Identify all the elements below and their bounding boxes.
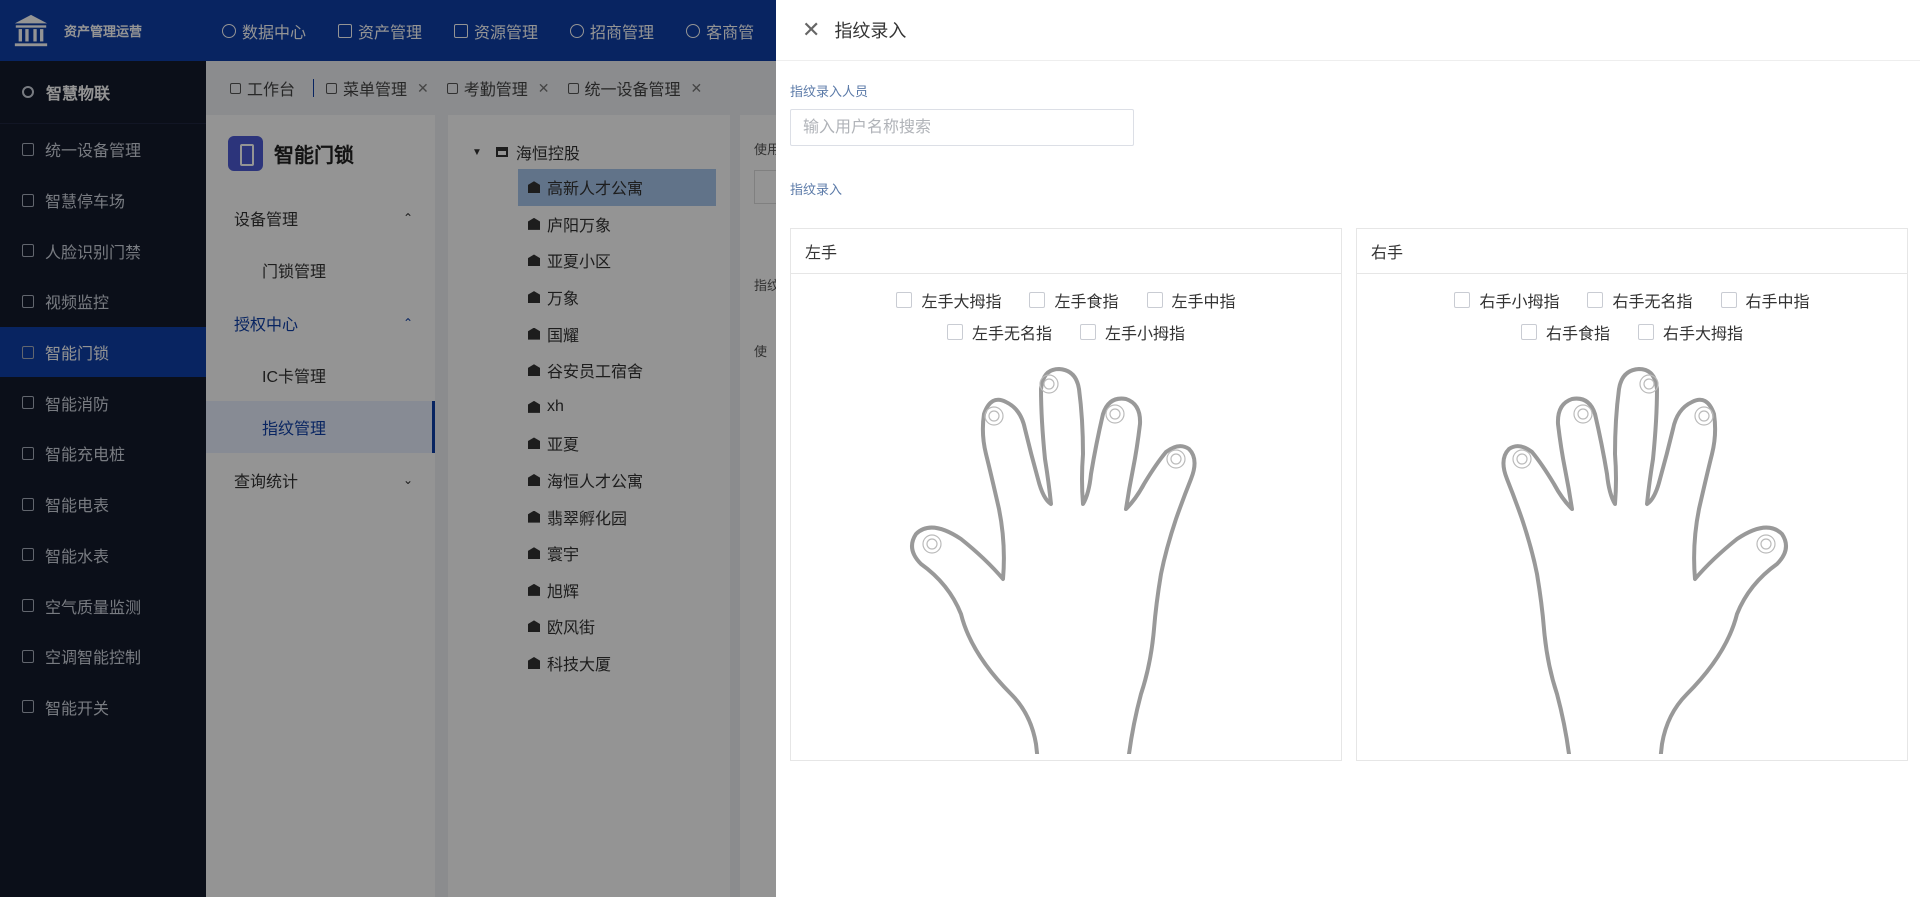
left-thumb-checkbox[interactable]: 左手大拇指: [896, 288, 1001, 312]
person-label: 指纹录入人员: [790, 84, 869, 99]
fingerprint-drawer: ✕ 指纹录入 指纹录入人员 指纹录入 左手 左手大拇指 左手食指 左手中指 左手…: [776, 0, 1920, 897]
close-icon[interactable]: ✕: [802, 19, 820, 41]
checkbox-box[interactable]: [946, 324, 963, 340]
right-middle-checkbox[interactable]: 右手中指: [1720, 288, 1810, 312]
drawer-header: ✕ 指纹录入: [776, 0, 1920, 61]
checkbox-box[interactable]: [896, 292, 913, 308]
left-middle-checkbox[interactable]: 左手中指: [1146, 288, 1236, 312]
right-pinky-checkbox[interactable]: 右手小拇指: [1454, 288, 1559, 312]
right-thumb-checkbox[interactable]: 右手大拇指: [1638, 320, 1743, 344]
right-index-checkbox[interactable]: 右手食指: [1520, 320, 1610, 344]
right-hand-card: 右手 右手小拇指 右手无名指 右手中指 右手食指 右手大拇指: [1356, 228, 1908, 761]
left-hand-title: 左手: [791, 229, 1341, 274]
right-hand-title: 右手: [1357, 229, 1907, 274]
left-pinky-checkbox[interactable]: 左手小拇指: [1080, 320, 1185, 344]
fingerprint-marks: [922, 374, 1186, 554]
checkbox-box[interactable]: [1146, 292, 1163, 308]
right-finger-checkboxes: 右手小拇指 右手无名指 右手中指 右手食指 右手大拇指: [1357, 274, 1907, 352]
left-index-checkbox[interactable]: 左手食指: [1029, 288, 1119, 312]
right-hand-illustration-icon: [1501, 367, 1788, 754]
drawer-title: 指纹录入: [834, 21, 907, 41]
right-ring-checkbox[interactable]: 右手无名指: [1587, 288, 1693, 312]
checkbox-box[interactable]: [1080, 324, 1096, 340]
checkbox-box[interactable]: [1029, 292, 1046, 308]
checkbox-box[interactable]: [1638, 324, 1654, 340]
left-hand-card: 左手 左手大拇指 左手食指 左手中指 左手无名指 左手小拇指: [790, 228, 1342, 761]
checkbox-box[interactable]: [1520, 324, 1537, 340]
user-search-input[interactable]: [790, 109, 1134, 146]
enroll-label: 指纹录入: [790, 182, 843, 197]
checkbox-box[interactable]: [1587, 292, 1604, 308]
checkbox-box[interactable]: [1454, 292, 1471, 308]
left-hand-illustration-icon: [910, 367, 1197, 754]
left-ring-checkbox[interactable]: 左手无名指: [946, 320, 1052, 344]
checkbox-box[interactable]: [1720, 292, 1737, 308]
left-finger-checkboxes: 左手大拇指 左手食指 左手中指 左手无名指 左手小拇指: [791, 274, 1341, 352]
